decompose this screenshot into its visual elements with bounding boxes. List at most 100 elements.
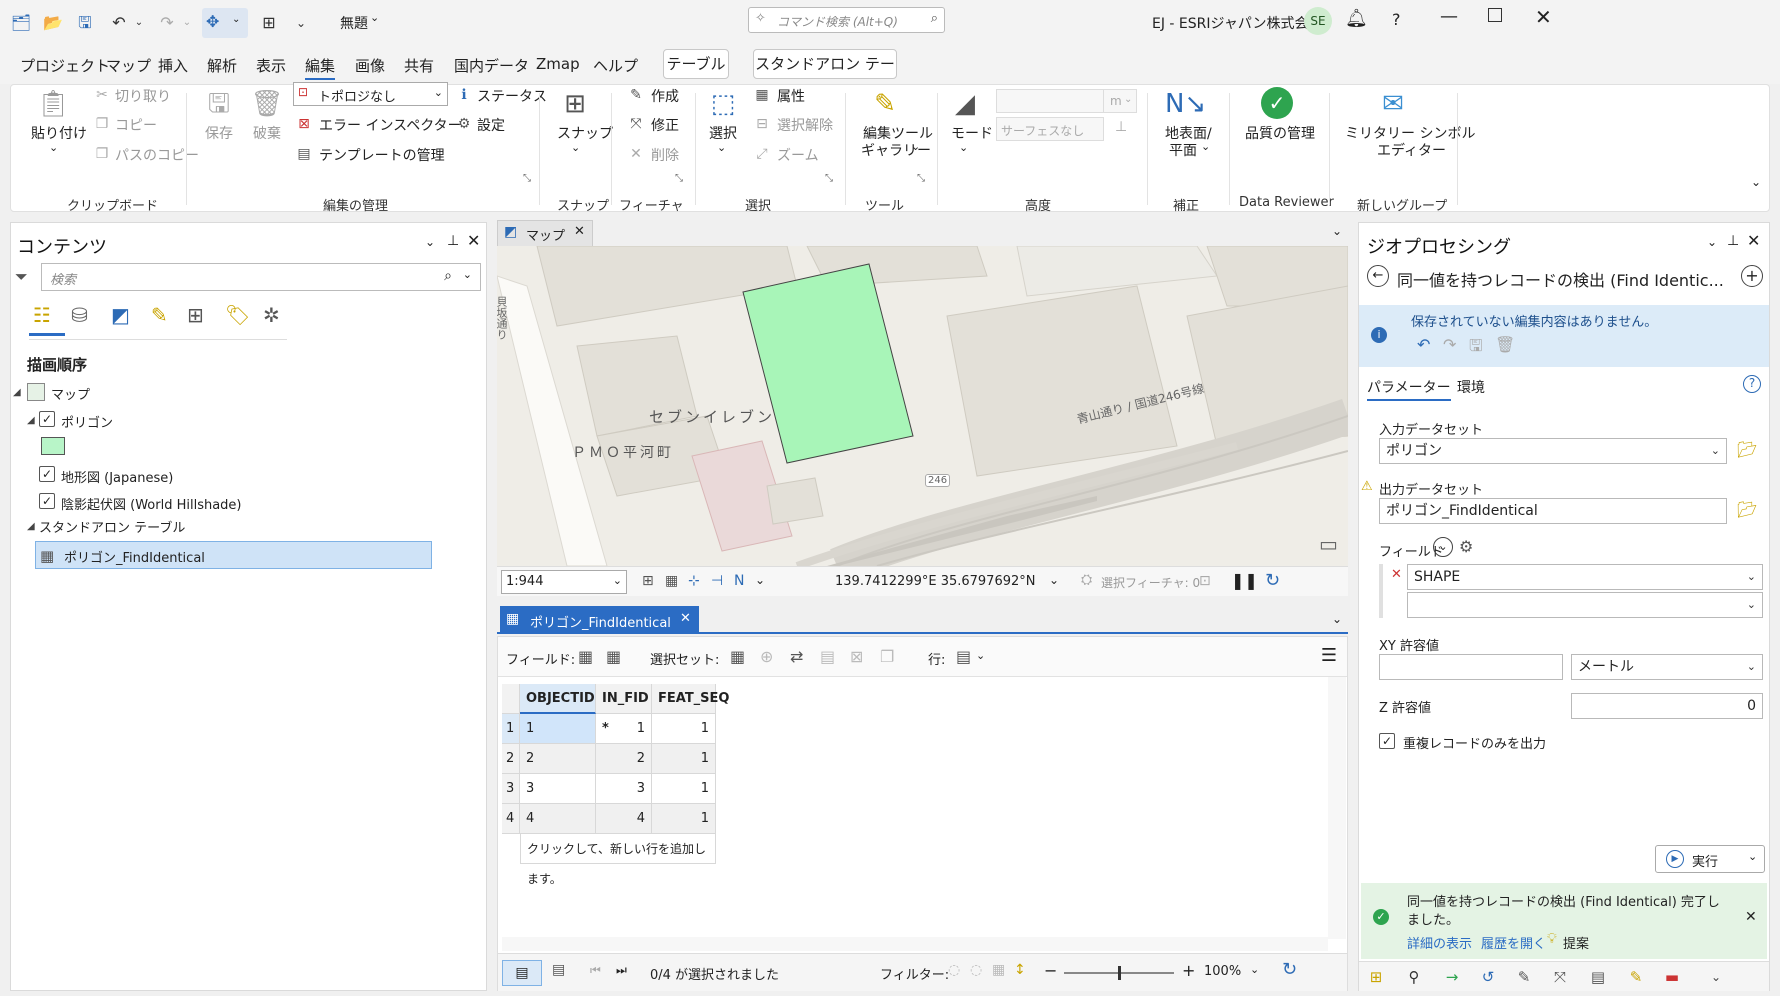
topo-visibility-checkbox[interactable]: ✓: [39, 466, 55, 482]
chevron-down-icon[interactable]: ⌄: [1707, 235, 1717, 249]
explore-tool-button[interactable]: ✥ ⌄: [202, 8, 248, 38]
zoom-in-icon[interactable]: +: [1182, 961, 1195, 980]
notification-bell-icon[interactable]: 🔔︎: [1345, 8, 1368, 29]
menu-imagery[interactable]: 画像: [355, 55, 385, 76]
cell-in-fid[interactable]: 2: [596, 744, 652, 774]
elevation-unit-dropdown[interactable]: m ⌄: [1103, 89, 1137, 113]
zoom-out-icon[interactable]: −: [1044, 961, 1057, 980]
last-record-icon[interactable]: ⏭: [616, 963, 627, 978]
vertical-scrollbar[interactable]: [1328, 677, 1346, 939]
list-by-snapping-icon[interactable]: ⊞: [187, 303, 204, 327]
expand-polygon-icon[interactable]: ◢: [27, 415, 35, 426]
open-history-link[interactable]: 履歴を開く: [1481, 933, 1546, 952]
filter-icon[interactable]: ⏷: [15, 267, 28, 287]
create-features-icon[interactable]: ✎: [1513, 966, 1535, 988]
row-number[interactable]: 4: [502, 804, 520, 834]
tab-environments[interactable]: 環境: [1457, 377, 1485, 397]
list-by-drawing-order-icon[interactable]: ☷: [33, 303, 51, 327]
error-inspector-button[interactable]: エラー インスペクター: [319, 115, 462, 135]
filter-selection-icon[interactable]: ◌: [970, 962, 982, 978]
tab-table[interactable]: テーブル: [663, 49, 729, 79]
arrow-right-icon[interactable]: →: [1441, 966, 1463, 988]
run-button[interactable]: ▶ 実行 ⌄: [1655, 845, 1765, 873]
table-zoom-value[interactable]: 100%: [1204, 964, 1241, 979]
output-dataset-input[interactable]: ポリゴン_FindIdentical: [1379, 498, 1727, 524]
column-header-in-fid[interactable]: IN_FID *: [596, 684, 652, 736]
cell-feat-seq[interactable]: 1: [652, 804, 716, 834]
menu-view[interactable]: 表示: [256, 55, 286, 76]
undo-dropdown-icon[interactable]: ⌄: [128, 12, 150, 34]
save-edits-icon[interactable]: 🖫: [199, 87, 239, 121]
chevron-down-icon[interactable]: ⌄: [1705, 966, 1727, 988]
snapping-icon[interactable]: ⊹: [688, 573, 700, 589]
back-arrow-icon[interactable]: ←: [1367, 265, 1389, 287]
project-name[interactable]: 無題: [340, 13, 368, 33]
attributes-pane-icon[interactable]: ▤: [1587, 966, 1609, 988]
toolbox-icon[interactable]: ▬: [1661, 966, 1683, 988]
ground-to-grid-icon[interactable]: N↘: [1165, 87, 1206, 121]
chevron-down-icon[interactable]: ⌄: [755, 573, 765, 587]
xy-unit-dropdown[interactable]: メートル ⌄: [1571, 654, 1763, 680]
cell-feat-seq[interactable]: 1: [652, 744, 716, 774]
xy-tolerance-input[interactable]: [1379, 654, 1563, 680]
quality-manage-button[interactable]: 品質の管理: [1245, 123, 1315, 143]
save-icon[interactable]: 🖫: [1469, 335, 1483, 362]
column-header-feat-seq[interactable]: FEAT_SEQ: [652, 684, 729, 714]
list-by-perspective-icon[interactable]: ✲: [263, 303, 280, 327]
pin-icon[interactable]: ⊥: [447, 233, 459, 249]
show-all-records-icon[interactable]: ▤: [502, 960, 542, 986]
scale-dropdown[interactable]: 1:944 ⌄: [501, 570, 627, 594]
catalog-icon[interactable]: ⊞: [1365, 966, 1387, 988]
open-project-icon[interactable]: 📂: [42, 12, 64, 34]
menu-zmap[interactable]: Zmap: [536, 55, 580, 73]
menu-project[interactable]: プロジェクト: [20, 55, 110, 76]
elevation-mode-icon[interactable]: ◢: [945, 87, 985, 121]
add-plus-icon[interactable]: +: [1741, 265, 1763, 287]
hillshade-visibility-checkbox[interactable]: ✓: [39, 493, 55, 509]
row-number[interactable]: 1: [502, 714, 520, 744]
delete-button[interactable]: 削除: [651, 145, 679, 165]
row-number[interactable]: 2: [502, 744, 520, 774]
surface-dropdown[interactable]: サーフェスなし: [996, 117, 1104, 141]
table-menu-icon[interactable]: ☰: [1321, 645, 1337, 666]
snap-button[interactable]: スナップ: [557, 123, 613, 143]
share-icon[interactable]: ⊞: [258, 12, 280, 34]
settings-button[interactable]: 設定: [477, 115, 505, 135]
map-layer-label[interactable]: マップ: [51, 384, 90, 403]
paste-icon[interactable]: 📋︎: [33, 87, 73, 121]
refresh-icon[interactable]: ↻: [1282, 959, 1297, 980]
military-symbol-icon[interactable]: ✉: [1373, 87, 1413, 121]
symbology-icon[interactable]: ✎: [1625, 966, 1647, 988]
chevron-down-icon[interactable]: ⌄: [1332, 612, 1342, 626]
military-symbol-label-2[interactable]: エディター: [1377, 140, 1446, 160]
quality-check-icon[interactable]: ✓: [1261, 87, 1293, 119]
tab-findidentical-table[interactable]: ▦ ポリゴン_FindIdentical ✕: [500, 606, 699, 634]
modify-features-icon[interactable]: ⤧: [1549, 966, 1571, 988]
refresh-extent-icon[interactable]: ⊡: [1199, 573, 1211, 589]
chevron-down-icon[interactable]: ⌄: [959, 141, 968, 154]
clear-selection-button[interactable]: 選択解除: [777, 115, 833, 135]
north-icon[interactable]: N: [734, 573, 744, 589]
menu-insert[interactable]: 挿入: [158, 55, 188, 76]
close-pane-icon[interactable]: ✕: [1747, 231, 1760, 250]
fixed-extent-icon[interactable]: ⊞: [642, 573, 654, 589]
save-edits-button[interactable]: 保存: [205, 123, 233, 143]
select-button[interactable]: 選択: [709, 123, 737, 143]
cell-objectid[interactable]: 4: [520, 804, 596, 834]
expand-standalone-icon[interactable]: ◢: [27, 521, 35, 532]
collapse-ribbon-icon[interactable]: ⌄: [1751, 175, 1761, 189]
polygon-symbol-swatch[interactable]: [41, 437, 65, 455]
paste-button[interactable]: 貼り付け: [31, 123, 87, 143]
maximize-icon[interactable]: [1488, 8, 1502, 22]
chevron-down-icon[interactable]: ⌄: [425, 235, 435, 249]
filter-extent-icon[interactable]: ◌: [948, 962, 960, 978]
pause-drawing-icon[interactable]: ❚❚: [1231, 571, 1258, 590]
tab-map[interactable]: ◩ マップ ✕: [497, 220, 593, 246]
elevation-value-input[interactable]: [996, 89, 1104, 113]
expand-map-icon[interactable]: ◢: [13, 387, 21, 398]
edit-tool-gallery-icon[interactable]: ✎: [865, 87, 905, 121]
clear-selection-icon[interactable]: ▤: [820, 647, 835, 666]
add-field-icon[interactable]: ▦: [578, 647, 593, 666]
attributes-button[interactable]: 属性: [777, 86, 805, 106]
new-project-icon[interactable]: 🗂: [10, 12, 32, 34]
